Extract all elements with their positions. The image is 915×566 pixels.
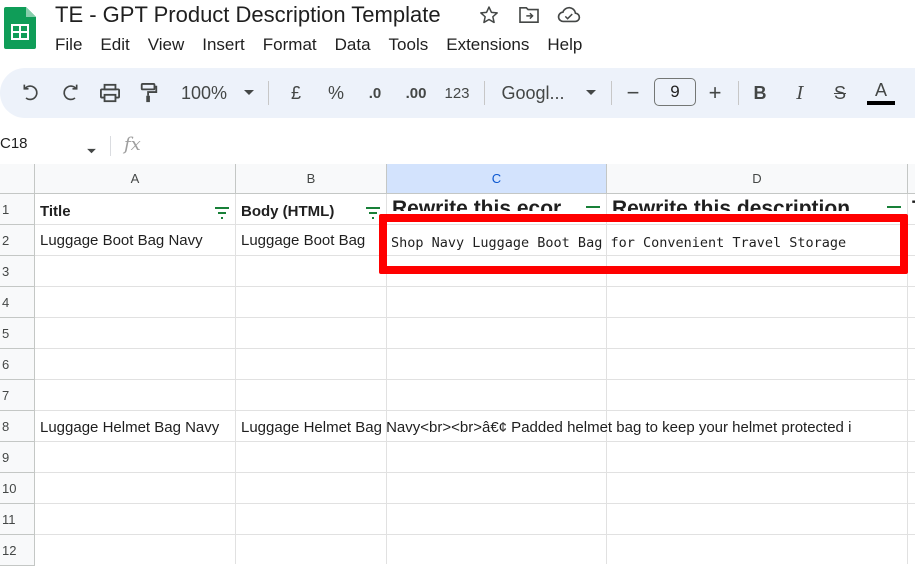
star-icon[interactable] (476, 3, 502, 27)
format-currency-button[interactable]: £ (282, 68, 310, 118)
filter-icon[interactable] (886, 201, 902, 213)
font-select[interactable]: Googl... (496, 68, 570, 118)
zoom-select[interactable]: 100% (176, 68, 232, 118)
row-header-3[interactable]: 3 (0, 256, 35, 287)
font-size-input[interactable]: 9 (654, 78, 696, 106)
formula-input[interactable] (150, 130, 915, 160)
cell-b8[interactable]: Luggage Helmet Bag Navy<br><br>â€¢ Padde… (236, 413, 915, 443)
name-box-dropdown-icon[interactable] (86, 142, 97, 160)
menu-help[interactable]: Help (538, 32, 591, 58)
row-header-1[interactable]: 1 (0, 194, 35, 225)
format-percent-button[interactable]: % (322, 68, 350, 118)
decrease-font-size-button[interactable]: − (620, 68, 646, 118)
column-header-d[interactable]: D (607, 164, 908, 194)
menu-bar: File Edit View Insert Format Data Tools … (46, 32, 591, 58)
menu-insert[interactable]: Insert (193, 32, 254, 58)
row-header-6[interactable]: 6 (0, 349, 35, 380)
row-header-10[interactable]: 10 (0, 473, 35, 504)
cell-e1[interactable]: T (907, 194, 915, 211)
increase-font-size-button[interactable]: + (702, 68, 728, 118)
select-all-corner[interactable] (0, 164, 35, 194)
menu-file[interactable]: File (46, 32, 91, 58)
cell-b2[interactable]: Luggage Boot Bag (236, 226, 387, 256)
row-header-9[interactable]: 9 (0, 442, 35, 473)
column-header-c[interactable]: C (387, 164, 607, 194)
italic-button[interactable]: I (786, 68, 814, 118)
bold-button[interactable]: B (746, 68, 774, 118)
print-icon[interactable] (95, 68, 125, 118)
menu-format[interactable]: Format (254, 32, 326, 58)
row-header-8[interactable]: 8 (0, 411, 35, 442)
cloud-saved-icon[interactable] (556, 3, 582, 27)
row-header-7[interactable]: 7 (0, 380, 35, 411)
row-header-4[interactable]: 4 (0, 287, 35, 318)
cell-c2[interactable]: Shop Navy Luggage Boot Bag for Convenien… (386, 228, 907, 258)
cell-a2[interactable]: Luggage Boot Bag Navy (35, 226, 236, 256)
filter-icon[interactable] (214, 207, 230, 219)
filter-icon[interactable] (585, 201, 601, 213)
document-title[interactable]: TE - GPT Product Description Template (55, 1, 441, 29)
undo-icon[interactable] (16, 68, 46, 118)
strikethrough-button[interactable]: S (826, 68, 854, 118)
cell-d1[interactable]: Rewrite this description (607, 194, 884, 211)
paint-format-icon[interactable] (134, 68, 164, 118)
column-header-e[interactable] (908, 164, 915, 194)
text-color-label: A (874, 80, 887, 100)
row-header-11[interactable]: 11 (0, 504, 35, 535)
text-color-swatch (867, 101, 895, 105)
move-to-folder-icon[interactable] (516, 3, 542, 27)
filter-icon[interactable] (365, 207, 381, 219)
sheets-logo-icon[interactable] (4, 7, 36, 49)
column-header-a[interactable]: A (35, 164, 236, 194)
toolbar: 100% £ % .0 .00 123 Googl... − 9 + B I S… (0, 68, 915, 118)
fx-label: fx (124, 134, 141, 155)
row-header-12[interactable]: 12 (0, 535, 35, 566)
menu-extensions[interactable]: Extensions (437, 32, 538, 58)
cell-b1[interactable]: Body (HTML) (236, 197, 365, 227)
font-dropdown-icon[interactable] (582, 68, 600, 118)
cell-a8[interactable]: Luggage Helmet Bag Navy (35, 413, 236, 443)
decrease-decimal-button[interactable]: .0 (358, 68, 392, 118)
cell-a1[interactable]: Title (35, 197, 212, 227)
more-formats-button[interactable]: 123 (440, 68, 474, 118)
redo-icon[interactable] (55, 68, 85, 118)
increase-decimal-button[interactable]: .00 (398, 68, 434, 118)
menu-view[interactable]: View (139, 32, 194, 58)
cell-c1[interactable]: Rewrite this ecor (387, 194, 582, 211)
column-header-b[interactable]: B (236, 164, 387, 194)
zoom-dropdown-icon[interactable] (240, 68, 258, 118)
name-box[interactable]: C18 (0, 135, 28, 152)
menu-tools[interactable]: Tools (380, 32, 438, 58)
text-color-button[interactable]: A (866, 68, 896, 118)
menu-data[interactable]: Data (326, 32, 380, 58)
menu-edit[interactable]: Edit (91, 32, 138, 58)
row-header-2[interactable]: 2 (0, 225, 35, 256)
row-header-5[interactable]: 5 (0, 318, 35, 349)
